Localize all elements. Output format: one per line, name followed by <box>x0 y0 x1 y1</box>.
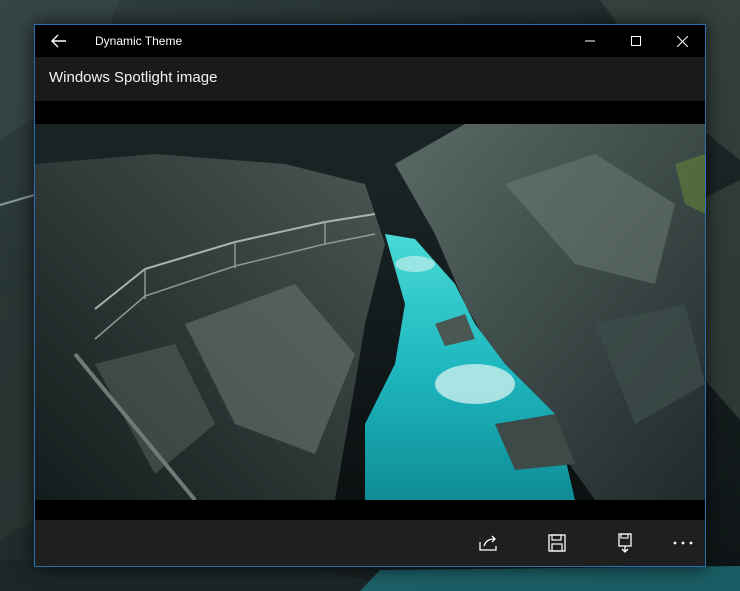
command-bar <box>35 520 705 566</box>
save-as-icon <box>618 533 632 553</box>
save-icon <box>548 534 566 552</box>
title-bar: Dynamic Theme <box>35 25 705 57</box>
share-icon <box>479 535 497 551</box>
page-header: Windows Spotlight image <box>35 57 705 101</box>
spotlight-image <box>35 124 705 500</box>
maximize-button[interactable] <box>613 25 659 57</box>
minimize-button[interactable] <box>567 25 613 57</box>
minimize-icon <box>585 40 595 42</box>
close-button[interactable] <box>659 25 705 57</box>
share-button[interactable] <box>471 528 507 558</box>
save-as-button[interactable] <box>607 528 643 558</box>
maximize-icon <box>631 36 641 46</box>
back-button[interactable] <box>47 31 71 51</box>
image-area <box>35 101 705 520</box>
back-arrow-icon <box>51 34 66 48</box>
window-title: Dynamic Theme <box>95 34 183 48</box>
close-icon <box>676 35 688 47</box>
save-button[interactable] <box>539 528 575 558</box>
more-button[interactable] <box>665 528 701 558</box>
app-window: Dynamic Theme Windows Spotlight image <box>34 24 706 567</box>
more-icon <box>673 541 693 545</box>
page-title: Windows Spotlight image <box>49 69 218 86</box>
